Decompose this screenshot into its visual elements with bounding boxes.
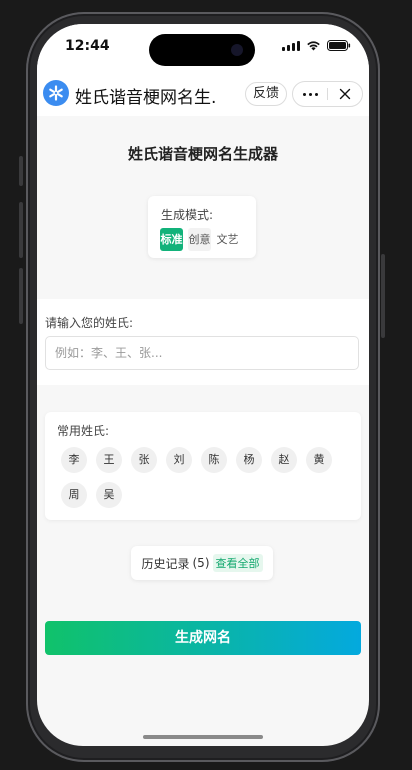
close-button[interactable] bbox=[328, 82, 362, 106]
feedback-button[interactable]: 反馈 bbox=[245, 82, 287, 106]
surname-chip[interactable]: 杨 bbox=[236, 447, 262, 473]
mode-option-literary[interactable]: 文艺 bbox=[216, 228, 239, 251]
more-dots-icon bbox=[301, 92, 319, 96]
common-surnames-label: 常用姓氏: bbox=[57, 424, 110, 438]
front-camera-icon bbox=[231, 44, 243, 56]
dynamic-island bbox=[149, 34, 255, 66]
history-box[interactable]: 历史记录 (5) 查看全部 bbox=[131, 546, 273, 580]
history-count: (5) bbox=[192, 556, 210, 570]
surname-chip[interactable]: 吴 bbox=[96, 482, 122, 508]
surname-chip[interactable]: 赵 bbox=[271, 447, 297, 473]
mode-option-standard[interactable]: 标准 bbox=[160, 228, 183, 251]
more-options-button[interactable] bbox=[293, 82, 327, 106]
screen: 12:44 姓氏谐音梗网名生... 反馈 姓氏谐音梗网名生成器 生成模式: 标准… bbox=[37, 24, 369, 746]
home-indicator[interactable] bbox=[143, 735, 263, 739]
surname-chip[interactable]: 黄 bbox=[306, 447, 332, 473]
surname-chip[interactable]: 王 bbox=[96, 447, 122, 473]
status-icons bbox=[282, 40, 351, 51]
generate-button[interactable]: 生成网名 bbox=[45, 621, 361, 655]
surname-chip[interactable]: 张 bbox=[131, 447, 157, 473]
view-all-history-link[interactable]: 查看全部 bbox=[212, 554, 263, 572]
mode-option-creative[interactable]: 创意 bbox=[188, 228, 211, 251]
power-button bbox=[381, 254, 385, 338]
status-time: 12:44 bbox=[65, 38, 110, 54]
surname-input-section: 请输入您的姓氏: bbox=[37, 299, 369, 385]
nav-bar: 姓氏谐音梗网名生... 反馈 bbox=[37, 74, 369, 116]
action-button bbox=[19, 156, 23, 186]
nav-title: 姓氏谐音梗网名生... bbox=[75, 88, 215, 108]
common-surnames-card: 常用姓氏: 李 王 张 刘 陈 杨 赵 黄 周 吴 bbox=[45, 412, 361, 520]
page-title: 姓氏谐音梗网名生成器 bbox=[127, 145, 278, 163]
surname-label: 请输入您的姓氏: bbox=[45, 316, 134, 330]
volume-up-button bbox=[19, 202, 23, 258]
surname-chip[interactable]: 陈 bbox=[201, 447, 227, 473]
mode-selector: 生成模式: 标准 创意 文艺 bbox=[148, 196, 256, 258]
status-bar: 12:44 bbox=[37, 24, 369, 74]
surname-chip[interactable]: 李 bbox=[61, 447, 87, 473]
surname-chip-grid: 李 王 张 刘 陈 杨 赵 黄 周 吴 bbox=[61, 447, 351, 508]
surname-input[interactable] bbox=[45, 336, 359, 370]
cellular-signal-icon bbox=[282, 40, 300, 51]
battery-icon bbox=[327, 40, 351, 51]
wifi-icon bbox=[306, 40, 321, 51]
capsule-menu bbox=[292, 81, 363, 107]
close-icon bbox=[339, 88, 351, 100]
history-label: 历史记录 bbox=[141, 556, 190, 571]
volume-down-button bbox=[19, 268, 23, 324]
surname-chip[interactable]: 周 bbox=[61, 482, 87, 508]
surname-chip[interactable]: 刘 bbox=[166, 447, 192, 473]
mode-options: 标准 创意 文艺 bbox=[160, 228, 239, 251]
app-logo-icon bbox=[43, 80, 69, 106]
mode-label: 生成模式: bbox=[161, 208, 214, 222]
